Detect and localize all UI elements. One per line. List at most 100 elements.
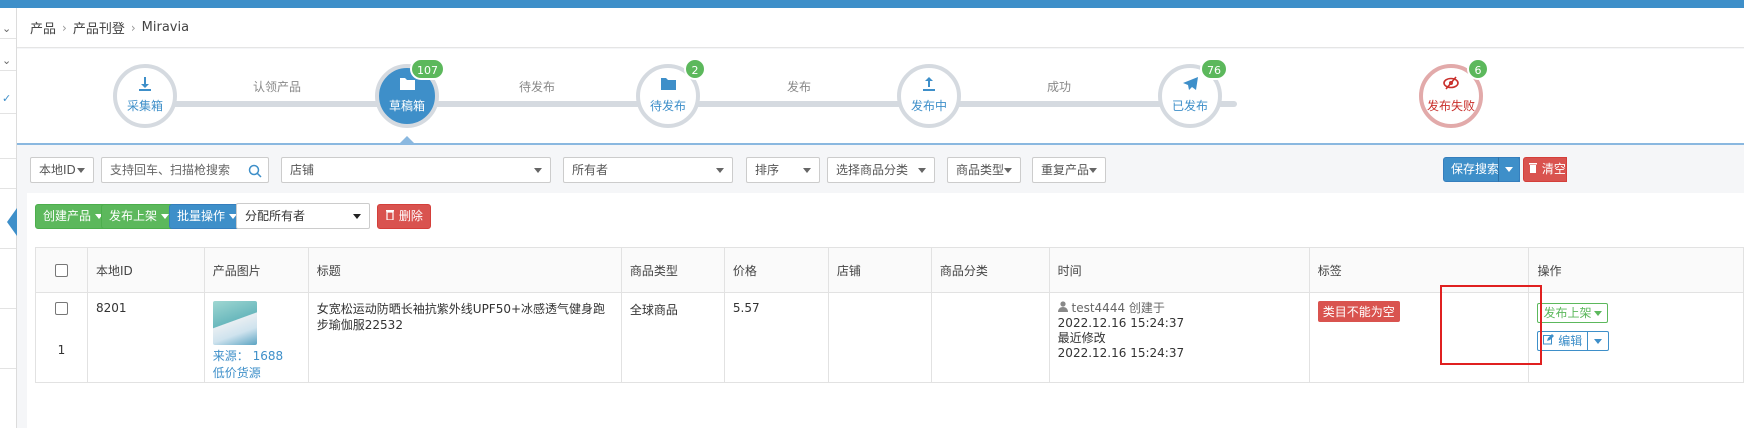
rail-collapse-tab[interactable]	[7, 208, 17, 236]
step-pending[interactable]: 2 待发布	[636, 58, 706, 128]
step-label: 发布失败	[1426, 99, 1475, 113]
step-label: 发布中	[910, 99, 947, 113]
caret-down-icon	[1004, 168, 1012, 173]
active-step-pointer	[398, 136, 416, 145]
breadcrumb-separator: ›	[130, 20, 136, 35]
source-link[interactable]: 来源： 1688	[213, 347, 300, 364]
product-type-dropdown[interactable]: 商品类型	[947, 157, 1021, 183]
step-label: 已发布	[1171, 99, 1208, 113]
row-publish-button[interactable]: 发布上架	[1537, 303, 1609, 323]
step-connector-label: 发布	[786, 80, 811, 94]
save-search-dropdown-toggle[interactable]	[1498, 157, 1520, 182]
product-type-cell: 全球商品	[620, 292, 725, 383]
publish-label: 发布上架	[109, 209, 158, 223]
assign-owner-dropdown[interactable]: 分配所有者	[236, 203, 370, 229]
step-label: 采集箱	[126, 99, 163, 113]
row-edit-button[interactable]: 编辑	[1538, 332, 1587, 350]
rail-chevron-icon[interactable]: ⌄	[2, 22, 11, 35]
select-all-cell	[35, 247, 88, 293]
title-cell[interactable]: 女宽松运动防晒长袖抗紫外线UPF50+冰感透气健身跑步瑜伽服22532	[307, 292, 622, 383]
upload-icon	[901, 76, 957, 94]
local-id-dropdown[interactable]: 本地ID	[30, 157, 94, 183]
rail-divider	[0, 38, 16, 39]
publish-button[interactable]: 发布上架	[101, 204, 178, 229]
step-count-badge: 2	[684, 58, 706, 80]
dropdown-value: 所有者	[572, 163, 609, 177]
highlight-box	[1440, 285, 1542, 365]
rail-divider	[0, 308, 16, 309]
caret-down-icon	[1594, 311, 1603, 316]
rail-divider	[0, 188, 16, 189]
caret-down-icon	[161, 214, 170, 219]
create-product-button[interactable]: 创建产品	[35, 204, 112, 229]
source-type-link[interactable]: 低价货源	[213, 364, 300, 381]
store-dropdown[interactable]: 店铺	[281, 157, 551, 183]
caret-down-icon	[353, 214, 361, 219]
created-time: 2022.12.16 15:24:37	[1057, 316, 1185, 330]
step-connector-label: 认领产品	[252, 80, 301, 94]
sort-dropdown[interactable]: 排序	[746, 157, 820, 183]
column-header[interactable]: 商品分类	[930, 247, 1050, 293]
rail-check-icon[interactable]: ✓	[2, 92, 11, 105]
breadcrumb-item-listing[interactable]: 产品刊登	[73, 22, 125, 37]
delete-label: 删除	[398, 209, 423, 223]
dropdown-value: 商品类型	[956, 163, 1005, 177]
step-count-badge: 6	[1467, 58, 1489, 80]
column-header: 产品图片	[203, 247, 309, 293]
step-publishing[interactable]: 发布中	[897, 64, 961, 128]
column-header[interactable]: 商品类型	[620, 247, 725, 293]
row-checkbox[interactable]	[55, 302, 68, 315]
search-placeholder: 支持回车、扫描枪搜索	[110, 163, 231, 177]
filter-bar: 本地ID 支持回车、扫描枪搜索 店铺 所有者 排序 选择商品分类 商品类型 重复…	[17, 147, 1744, 193]
step-label: 待发布	[649, 99, 686, 113]
search-icon[interactable]	[248, 162, 262, 186]
dropdown-value: 重复产品	[1041, 163, 1090, 177]
breadcrumb-separator: ›	[62, 20, 67, 35]
owner-dropdown[interactable]: 所有者	[563, 157, 733, 183]
rail-divider	[0, 70, 16, 71]
duplicate-product-dropdown[interactable]: 重复产品	[1032, 157, 1106, 183]
batch-operation-button[interactable]: 批量操作	[169, 204, 246, 229]
step-publish-failed[interactable]: 6 发布失败	[1419, 58, 1489, 128]
product-thumbnail[interactable]	[212, 301, 257, 345]
caret-down-icon	[1505, 167, 1513, 172]
rail-chevron-icon[interactable]: ⌄	[2, 54, 11, 67]
batch-label: 批量操作	[177, 209, 226, 223]
clear-button[interactable]: 清空	[1523, 157, 1567, 182]
operation-cell: 发布上架 编辑	[1528, 292, 1744, 383]
caret-down-icon	[918, 168, 926, 173]
row-edit-button-group: 编辑	[1537, 331, 1610, 351]
column-header[interactable]: 价格	[723, 247, 829, 293]
column-header[interactable]: 店铺	[827, 247, 932, 293]
column-header[interactable]: 本地ID	[87, 247, 205, 293]
delete-button[interactable]: 删除	[377, 204, 431, 229]
category-dropdown[interactable]: 选择商品分类	[827, 157, 935, 183]
modified-time: 2022.12.16 15:24:37	[1057, 346, 1185, 360]
row-edit-dropdown-toggle[interactable]	[1587, 332, 1608, 350]
search-input[interactable]: 支持回车、扫描枪搜索	[101, 157, 269, 183]
column-header: 操作	[1528, 247, 1744, 293]
dropdown-value: 选择商品分类	[836, 163, 909, 177]
caret-down-icon	[77, 168, 85, 173]
download-icon	[117, 76, 173, 94]
step-count-badge: 76	[1200, 58, 1228, 80]
dropdown-value: 排序	[755, 163, 780, 177]
step-connector-label: 成功	[1046, 80, 1071, 94]
step-collect-box[interactable]: 采集箱	[113, 64, 177, 128]
column-header[interactable]: 时间	[1048, 247, 1310, 293]
step-connector-label: 待发布	[518, 80, 555, 94]
caret-down-icon	[716, 168, 724, 173]
column-header[interactable]: 标题	[307, 247, 622, 293]
rail-divider	[0, 248, 16, 249]
breadcrumb-item-product[interactable]: 产品	[30, 22, 56, 37]
caret-down-icon	[803, 168, 811, 173]
creator-text: test4444 创建于	[1071, 301, 1165, 315]
row-index: 1	[57, 343, 66, 357]
modified-label: 最近修改	[1057, 331, 1106, 345]
step-label: 草稿箱	[388, 99, 425, 113]
step-published[interactable]: 76 已发布	[1158, 58, 1228, 128]
user-icon	[1057, 301, 1072, 315]
step-draft-box[interactable]: 107 草稿箱	[375, 58, 445, 128]
row-edit-label: 编辑	[1558, 334, 1583, 348]
select-all-checkbox[interactable]	[55, 264, 68, 277]
